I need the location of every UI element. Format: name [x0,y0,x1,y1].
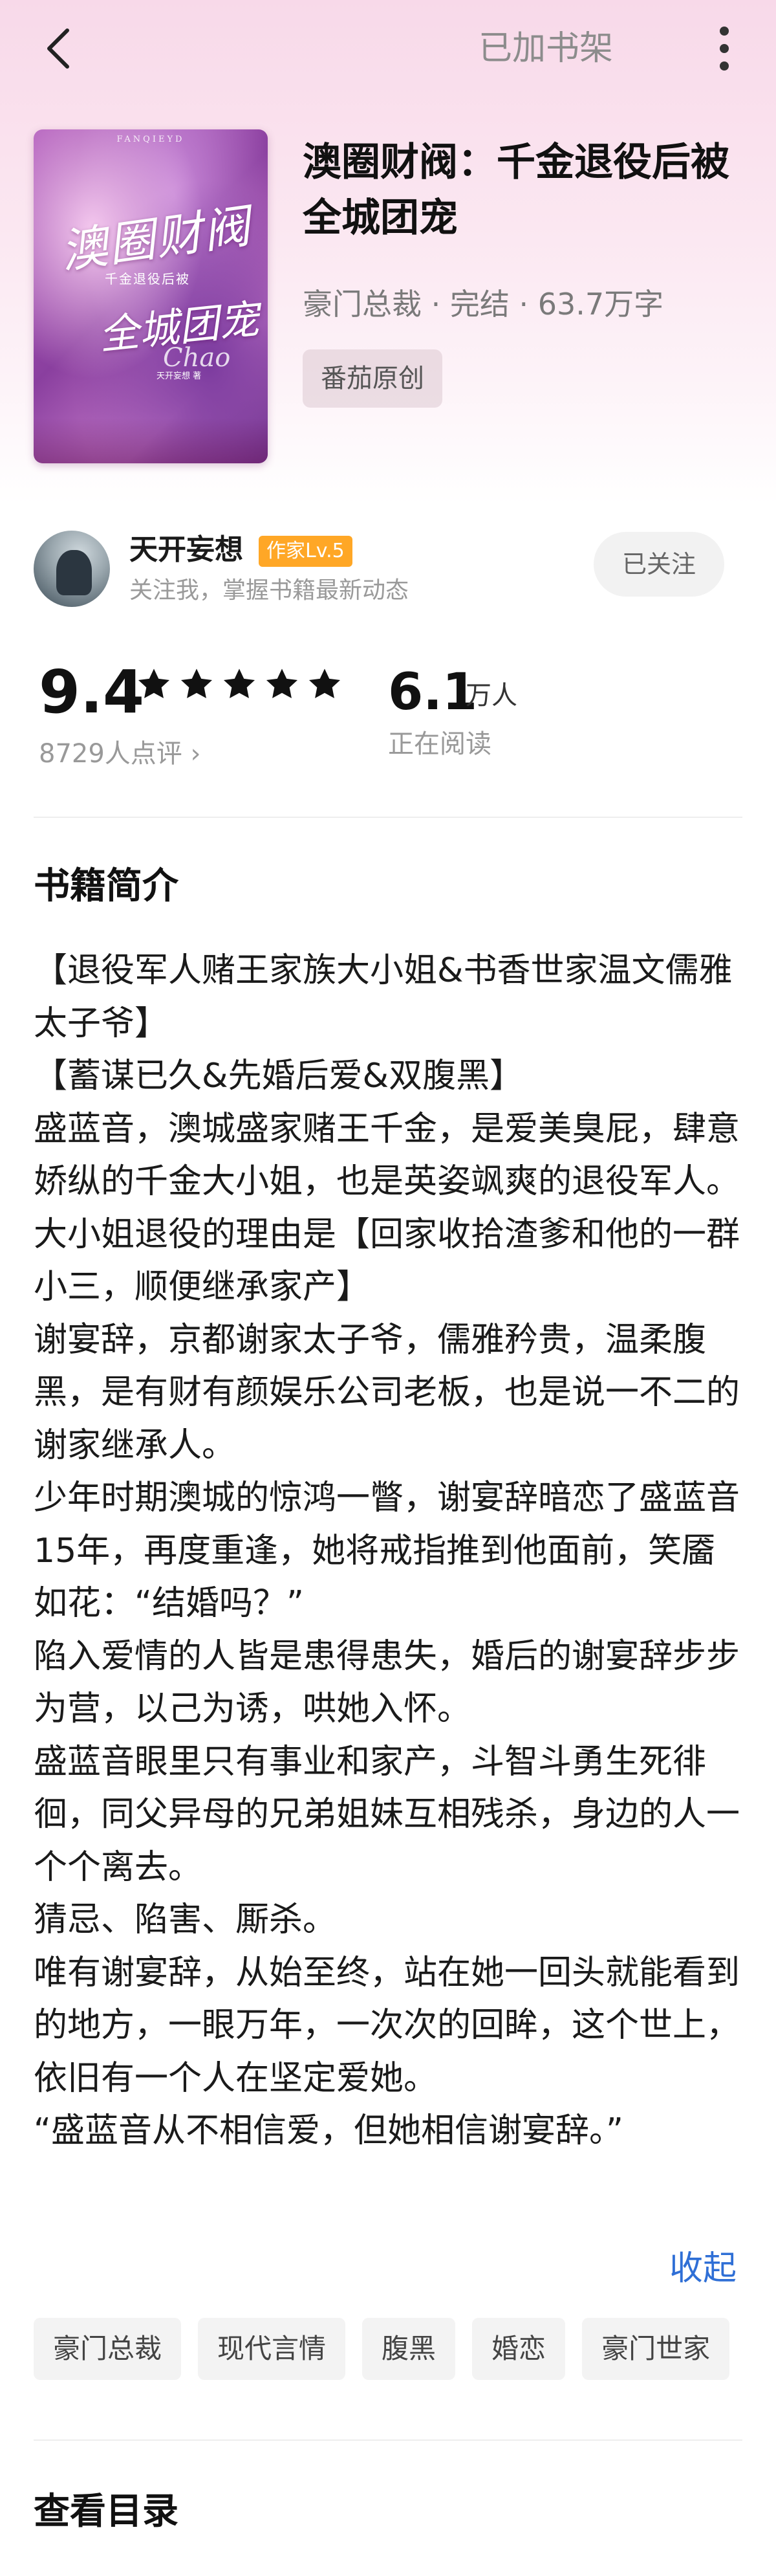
author-avatar[interactable] [34,531,110,607]
author-row[interactable]: 天开妄想 作家Lv.5 关注我，掌握书籍最新动态 已关注 [0,524,776,608]
cover-shade [34,418,268,463]
intro-text: 【退役军人赌王家族大小姐&书香世家温文儒雅太子爷】 【蓄谋已久&先婚后爱&双腹黑… [34,951,740,2150]
book-cover[interactable]: FANQIEYD 澳圈财阀 千金退役后被 全城团宠 Chao 天开妄想 著 [34,129,268,463]
readers-label: 正在阅读 [388,729,491,759]
avatar-figure [56,550,92,595]
genre-tag[interactable]: 豪门总裁 [34,2318,182,2380]
review-count-link[interactable]: 8729人点评 › [39,734,201,773]
divider [34,817,742,818]
rating-stars [136,666,343,703]
origin-tag: 番茄原创 [303,349,442,408]
cover-brand: FANQIEYD [116,135,185,144]
top-nav: 已加书架 [0,0,776,97]
book-title: 澳圈财阀：千金退役后被全城团宠 [303,140,729,241]
more-options-button[interactable] [698,23,750,74]
cover-title-line1: 澳圈财阀 [57,198,255,280]
readers-count: 6.1 [388,663,478,721]
intro-section-title: 书籍简介 [34,865,178,907]
more-vertical-icon [720,27,729,71]
collapse-button[interactable]: 收起 [669,2243,737,2295]
genre-tag[interactable]: 腹黑 [362,2318,456,2380]
star-icon [266,668,298,698]
divider [34,2439,742,2441]
cover-author: 天开妄想 著 [156,371,202,381]
genre-tag[interactable]: 现代言情 [198,2318,346,2380]
tag-list: 豪门总裁 现代言情 腹黑 婚恋 豪门世家 [34,2318,730,2380]
author-name[interactable]: 天开妄想 [129,531,243,569]
star-icon [223,668,255,698]
rating-score: 9.4 [39,657,144,727]
catalog-section-title[interactable]: 查看目录 [34,2486,178,2538]
star-icon [138,668,170,698]
added-to-shelf-button[interactable]: 已加书架 [479,26,613,71]
back-button[interactable] [32,23,84,74]
author-subtitle: 关注我，掌握书籍最新动态 [129,577,409,604]
follow-button[interactable]: 已关注 [594,532,724,597]
readers-unit: 万人 [466,681,517,710]
star-icon [308,668,341,698]
genre-tag[interactable]: 婚恋 [472,2318,566,2380]
star-icon [180,668,213,698]
cover-subtitle: 千金退役后被 [105,271,190,287]
book-meta: 豪门总裁 · 完结 · 63.7万字 [303,287,664,322]
genre-tag[interactable]: 豪门世家 [582,2318,730,2380]
author-level-badge: 作家Lv.5 [259,536,352,567]
chevron-left-icon [47,28,69,69]
